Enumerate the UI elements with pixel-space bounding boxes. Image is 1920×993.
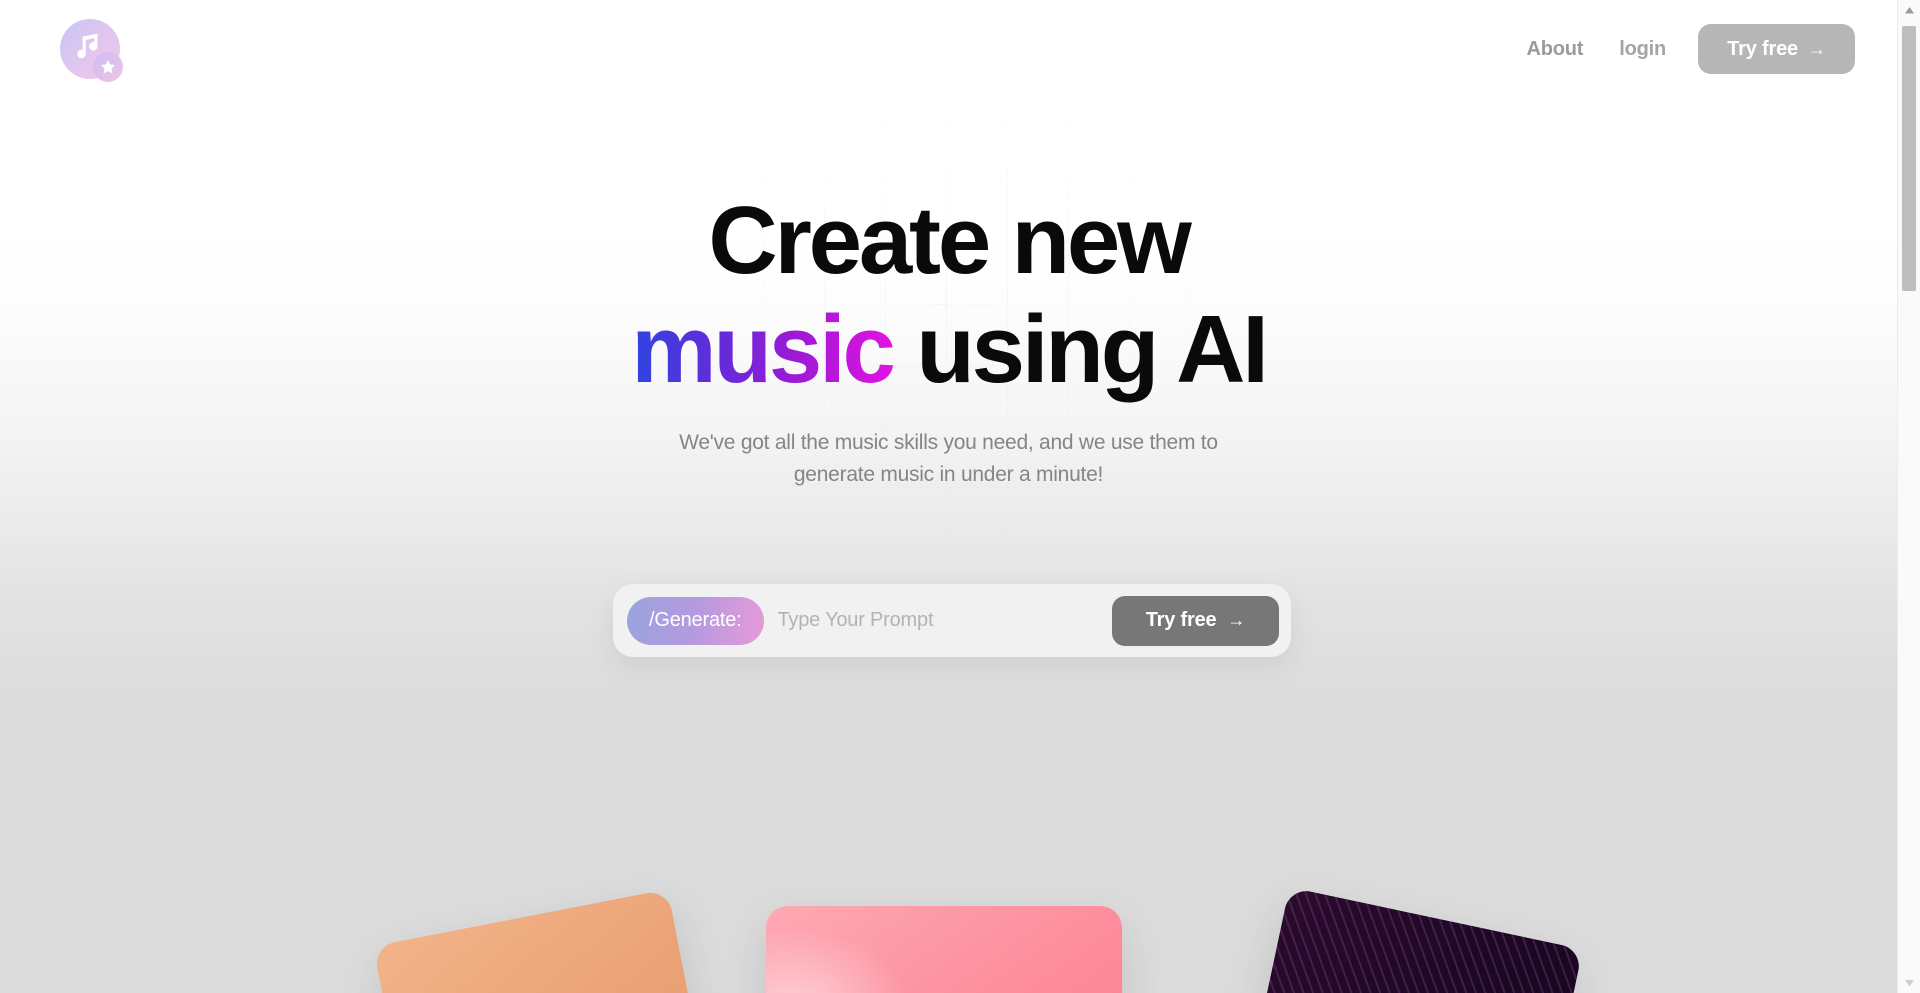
hero-subtitle: We've got all the music skills you need,…	[679, 430, 1218, 486]
generate-command-pill[interactable]: /Generate:	[627, 596, 764, 645]
prompt-input[interactable]	[777, 596, 1098, 645]
hero-section: Create new music using AI We've got all …	[0, 0, 1897, 491]
chevron-up-icon	[1905, 6, 1914, 13]
vertical-scrollbar[interactable]	[1897, 0, 1920, 993]
scroll-down-arrow-icon[interactable]	[1898, 973, 1920, 993]
prompt-bar: /Generate: Try free →	[613, 584, 1291, 657]
album-card-center[interactable]: soyut deniz	[766, 906, 1122, 993]
chevron-down-icon	[1905, 979, 1914, 986]
page-title: Create new music using AI	[0, 186, 1897, 405]
hero-title-line1: Create new	[708, 187, 1191, 294]
hero-title-accent: music	[631, 296, 896, 404]
prompt-try-free-button[interactable]: Try free →	[1112, 595, 1279, 646]
hero-title-line2: using AI	[892, 296, 1269, 404]
page-viewport: About login Try free → Create new music …	[0, 0, 1920, 993]
arrow-right-icon: →	[1227, 610, 1246, 630]
scroll-up-arrow-icon[interactable]	[1898, 0, 1920, 20]
prompt-try-free-label: Try free	[1145, 609, 1217, 631]
scrollbar-thumb[interactable]	[1902, 26, 1916, 291]
